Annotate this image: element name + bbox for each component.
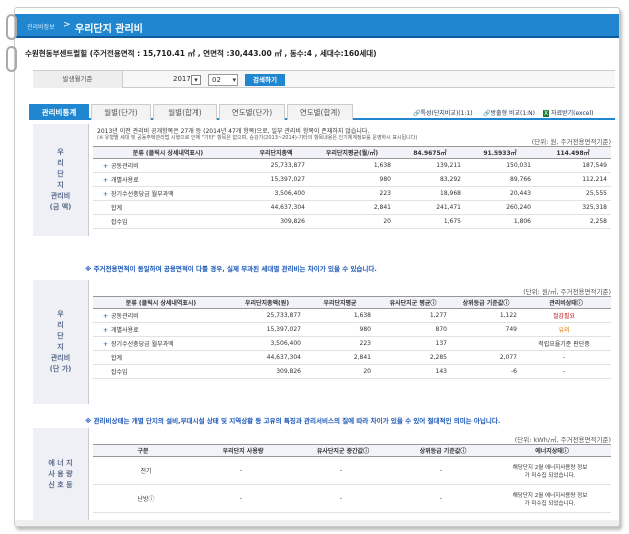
page-title: 우리단지 관리비 bbox=[75, 24, 143, 35]
compare-type-link[interactable]: 🔗특성(단지비교)(1:1) bbox=[413, 108, 473, 117]
section1-sidebar: 우 리 단 지 관리비 (금 액) bbox=[33, 124, 89, 236]
period-selector: 발생월기준 2017 ▾ 02 ▾ 검색하기 bbox=[33, 70, 615, 88]
unit-table: 분류 (클릭시 상세내역표시) 우리단지총액(원) 우리단지평균 유사단지군 평균ⓘ 상… bbox=[93, 296, 611, 379]
section1-subnote: (※ 유형별 세대 및 공동주택관리법 시행으로 인해 "기타" 항목은 없으며… bbox=[97, 135, 418, 141]
month-dropdown-icon[interactable]: ▾ bbox=[232, 75, 236, 86]
table-row: 합계 44,637,304 2,841 2,285 2,077- bbox=[93, 350, 611, 365]
energy-section: 에 너 지사 용 량신 호 등 (단위: kWh/㎡, 주거전용면적기준) 구분… bbox=[33, 428, 615, 520]
section2-unit: (단위: 원/㎡, 주거전용면적기준) bbox=[523, 288, 611, 296]
excel-icon: X bbox=[543, 110, 550, 117]
excel-label: 자료받기(excel) bbox=[551, 110, 594, 117]
breadcrumb-separator: > bbox=[63, 20, 71, 30]
tab-yearly-total[interactable]: 연도별(합계) bbox=[287, 104, 353, 120]
compare-type-label: 특성(단지비교)(1:1) bbox=[420, 110, 473, 117]
cost-amount-section: 우 리 단 지 관리비 (금 액) 2013년 이전 관리비 공개항목은 27개 등 (2… bbox=[33, 124, 615, 236]
cost-unit-section: 우 리 단 지 관리비 (단 가) (단위: 원/㎡, 주거전용면적기준) 분류 (클릭시… bbox=[33, 280, 615, 404]
breadcrumb[interactable]: 관리비정보 bbox=[27, 22, 55, 31]
section2-sidebar: 우 리 단 지 관리비 (단 가) bbox=[33, 280, 89, 404]
expand-icon[interactable]: + bbox=[103, 341, 108, 348]
energy-table: 구분 우리단지 사용량 유사단지군 중간값ⓘ 상위등급 기준값ⓘ 에너지상태ⓘ 전기 - -… bbox=[93, 444, 611, 513]
expand-icon[interactable]: + bbox=[103, 191, 108, 198]
amount-table: 분류 (클릭시 상세내역표시) 우리단지총액 우리단지평균(월/㎡) 84.9675㎡… bbox=[93, 146, 611, 229]
table-row: 난방ⓘ - - - 해당단지 2월 에너지사용량 정보 가 미수집 되었습니다. bbox=[93, 484, 611, 513]
table-row[interactable]: + 개별사용료 15,397,027 980 83,292 89,766 112,214 bbox=[93, 172, 611, 187]
period-label: 발생월기준 bbox=[33, 71, 123, 88]
tab-yearly-unit[interactable]: 연도별(단가) bbox=[219, 104, 285, 120]
status-badge: 적립요율기준 판단중 bbox=[521, 336, 611, 351]
status-badge: 절감필요 bbox=[521, 308, 611, 323]
table-row[interactable]: + 개별사용료 15,397,027 980 870 749 유의 bbox=[93, 322, 611, 337]
table-row[interactable]: + 공동관리비 25,733,877 1,638 139,211 150,031 187,5… bbox=[93, 158, 611, 173]
warning-note-1: ※ 주거전용면적이 동일하여 공용면적이 다를 경우, 실제 부과된 세대별 관… bbox=[85, 265, 377, 273]
page-frame: 관리비정보 > 우리단지 관리비 수원현동부센트럴힐 (주거전용면적 : 15,… bbox=[14, 7, 620, 527]
status-badge: 유의 bbox=[521, 322, 611, 337]
ring-icon bbox=[6, 46, 17, 72]
bottom-edge bbox=[15, 520, 619, 526]
search-button[interactable]: 검색하기 bbox=[245, 74, 285, 86]
expand-icon[interactable]: + bbox=[103, 163, 108, 170]
table-row: 합계 44,637,304 2,841 241,471 260,240 325,318 bbox=[93, 200, 611, 215]
complex-heading: 수원현동부센트럴힐 (주거전용면적 : 15,710.41 ㎡ , 연면적 :3… bbox=[25, 49, 377, 58]
table-row: 전기 - - - 해당단지 2월 에너지사용량 정보 가 미수집 되었습니다. bbox=[93, 456, 611, 485]
table-row[interactable]: + 공동관리비 25,733,877 1,638 1,277 1,122 절감필요 bbox=[93, 308, 611, 323]
section3-sidebar: 에 너 지사 용 량신 호 등 bbox=[33, 428, 89, 520]
warning-note-2: ※ 관리비상태는 개별 단지의 설비,부대시설 상태 및 지역상황 등 고유의 … bbox=[85, 417, 501, 425]
year-select[interactable]: 2017 bbox=[173, 75, 191, 83]
binder-rings bbox=[6, 14, 20, 74]
tab-monthly-total[interactable]: 월별(합계) bbox=[153, 104, 217, 120]
table-row: 잡수입 309,826 20 143 -6- bbox=[93, 364, 611, 379]
ring-icon bbox=[6, 14, 17, 40]
excel-download-link[interactable]: X 자료받기(excel) bbox=[543, 108, 594, 117]
compare-many-link[interactable]: 🔗방출형 비교(1:N) bbox=[483, 108, 535, 117]
tab-monthly-unit[interactable]: 월별(단가) bbox=[91, 104, 151, 120]
month-value: 02 bbox=[212, 76, 221, 84]
expand-icon[interactable]: + bbox=[103, 327, 108, 334]
table-row: 잡수입 309,826 20 1,675 1,806 2,258 bbox=[93, 214, 611, 229]
section3-unit: (단위: kWh/㎡, 주거전용면적기준) bbox=[514, 436, 611, 444]
expand-icon[interactable]: + bbox=[103, 177, 108, 184]
month-select[interactable]: 02 ▾ bbox=[208, 74, 238, 86]
compare-many-label: 방출형 비교(1:N) bbox=[490, 110, 536, 117]
expand-icon[interactable]: + bbox=[103, 313, 108, 320]
section1-unit: (단위: 원, 주거전용면적기준) bbox=[531, 138, 611, 146]
year-dropdown-icon[interactable]: ▾ bbox=[191, 75, 201, 85]
table-row[interactable]: + 장기수선충당금 월부과액 3,506,400 223 137 적립요율기준 판단중 bbox=[93, 336, 611, 351]
table-row[interactable]: + 장기수선충당금 월부과액 3,506,400 223 18,968 20,443 25,… bbox=[93, 186, 611, 201]
tab-stats[interactable]: 관리비통계 bbox=[29, 104, 89, 120]
top-bar: 관리비정보 > 우리단지 관리비 bbox=[15, 14, 619, 38]
